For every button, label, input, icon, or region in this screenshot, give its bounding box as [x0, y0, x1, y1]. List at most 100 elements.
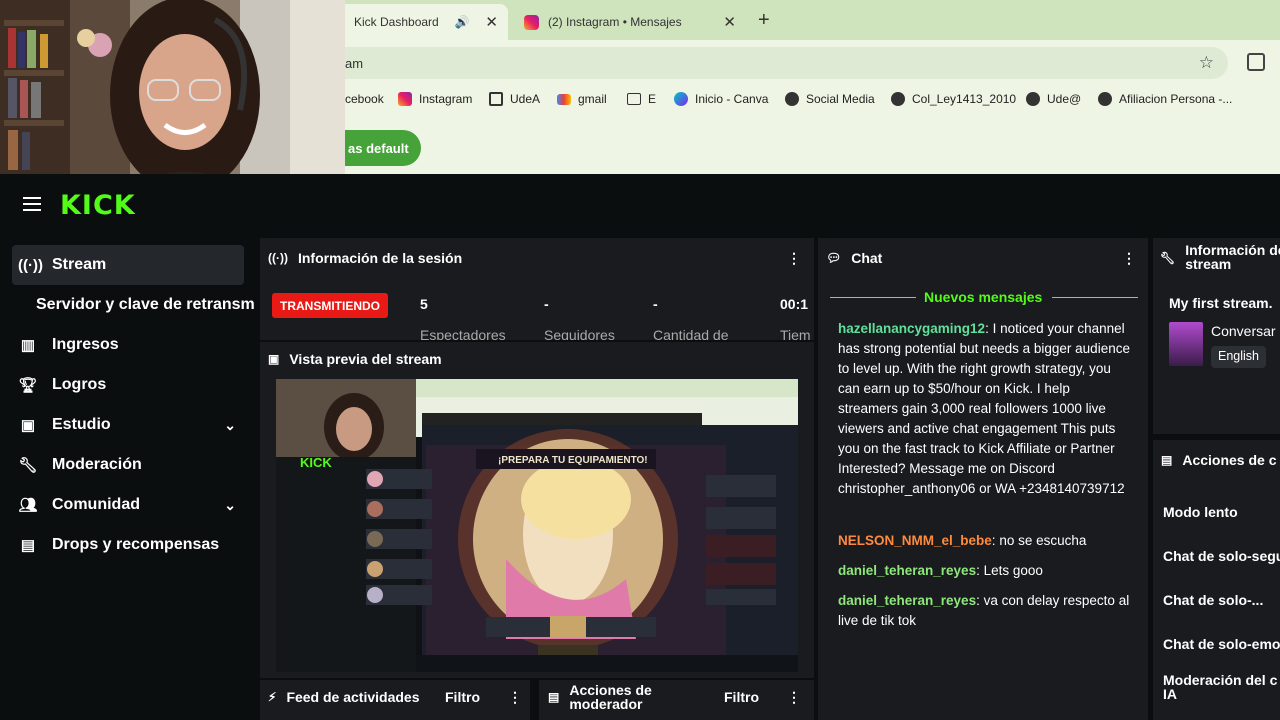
close-tab-icon[interactable]: ✕ — [723, 13, 736, 31]
chat-colon: : — [976, 563, 984, 578]
chat-title: 💬︎ Chat — [826, 250, 882, 266]
speaker-icon[interactable]: 🔊 — [454, 15, 469, 29]
mod-actions-filter[interactable]: Filtro — [724, 689, 759, 705]
sidebar-item-label: Logros — [52, 376, 107, 393]
chat-action-slow-mode[interactable]: Modo lento — [1163, 504, 1238, 520]
bookmark-label: Instagram — [419, 92, 473, 106]
more-options-icon[interactable]: ⋮ — [787, 250, 801, 267]
mod-actions-title: ▤ Acciones de moderador — [548, 683, 652, 711]
chat-action-label: IA — [1163, 686, 1177, 702]
stream-preview-video[interactable]: KICK ¡PREPARA TU EQUIPAMIENTO! — [276, 379, 798, 672]
webcam-overlay — [0, 0, 345, 193]
chevron-down-icon[interactable]: ⌄ — [224, 417, 236, 434]
gift-icon: ▤ — [20, 537, 36, 554]
chat-username[interactable]: daniel_teheran_reyes — [838, 593, 976, 608]
status-badge: TRANSMITIENDO — [272, 293, 388, 318]
tab-instagram[interactable]: (2) Instagram • Mensajes ✕ — [514, 4, 746, 40]
chat-text: Lets gooo — [983, 563, 1043, 578]
language-tag: English — [1211, 346, 1266, 368]
panel-title-text: Feed de actividades — [286, 689, 420, 705]
trophy-icon: 🏆︎ — [18, 377, 38, 394]
kick-logo[interactable]: KICK — [60, 190, 136, 221]
bolt-icon: ⚡︎ — [268, 690, 277, 704]
chat-icon: 💬︎ — [826, 251, 842, 265]
chat-text: no se escucha — [999, 533, 1087, 548]
sidebar-item-label: Estudio — [52, 416, 111, 433]
extensions-icon[interactable] — [1247, 53, 1265, 71]
more-options-icon[interactable]: ⋮ — [1122, 250, 1136, 267]
broadcast-icon: ((·)) — [18, 256, 43, 274]
studio-icon: ▣ — [20, 417, 36, 434]
stat-labels-clip: Espectadores Seguidores Cantidad de Tiem — [260, 322, 814, 340]
stream-info-title-text: Información de stream — [1185, 243, 1280, 271]
bookmark-social-media[interactable]: Social Media — [785, 92, 875, 106]
tab-title: Kick Dashboard — [354, 15, 439, 29]
game-banner-text: ¡PREPARA TU EQUIPAMIENTO! — [498, 455, 648, 466]
sidebar-item-label: Servidor y clave de retransm — [36, 296, 255, 313]
chat-message: NELSON_NMM_el_bebe: no se escucha — [838, 531, 1130, 551]
chat-text: I noticed your channel has strong potent… — [838, 321, 1130, 496]
bookmark-afiliacion[interactable]: Afiliacion Persona -... — [1098, 92, 1232, 106]
activity-feed-title: ⚡︎ Feed de actividades — [268, 689, 420, 705]
chat-action-subs-only[interactable]: Chat de solo-... — [1163, 592, 1263, 608]
bookmark-col-ley[interactable]: Col_Ley1413_2010 — [891, 92, 1016, 106]
sidebar-item-server-key[interactable]: Servidor y clave de retransm — [36, 285, 260, 325]
shield-icon: ▤ — [548, 690, 560, 704]
bookmark-folder[interactable]: E — [627, 92, 656, 106]
sidebar-item-stream[interactable]: ((·)) Stream — [12, 245, 244, 285]
canva-icon — [674, 92, 688, 106]
sidebar-item-comunidad[interactable]: 👥︎ Comunidad ⌄ — [12, 485, 244, 525]
chat-action-ai-moderation[interactable]: Moderación del c IA — [1163, 673, 1277, 701]
more-options-icon[interactable]: ⋮ — [508, 689, 522, 706]
bookmark-canva[interactable]: Inicio - Canva — [674, 92, 768, 106]
globe-icon — [1098, 92, 1112, 106]
chat-username[interactable]: daniel_teheran_reyes — [838, 563, 976, 578]
chat-username[interactable]: hazellanancygaming12 — [838, 321, 985, 336]
panel-title-line: Acciones de — [569, 682, 652, 698]
bookmark-udea[interactable]: UdeA — [489, 92, 540, 106]
sidebar-item-logros[interactable]: 🏆︎ Logros — [12, 365, 244, 405]
panel-title-line: Información de — [1185, 242, 1280, 258]
chat-message: daniel_teheran_reyes: Lets gooo — [838, 561, 1130, 581]
sidebar-item-estudio[interactable]: ▣ Estudio ⌄ — [12, 405, 244, 445]
bookmark-facebook[interactable]: cebook — [345, 92, 384, 106]
chat-message: hazellanancygaming12: I noticed your cha… — [838, 319, 1130, 499]
chat-action-label: Moderación del c — [1163, 672, 1278, 688]
panel-title-line: stream — [1185, 256, 1232, 272]
sidebar-item-ingresos[interactable]: ▥ Ingresos — [12, 325, 244, 365]
category-name[interactable]: Conversar — [1211, 323, 1276, 339]
gmail-icon — [557, 93, 571, 105]
close-tab-icon[interactable]: ✕ — [485, 13, 498, 31]
chevron-down-icon[interactable]: ⌄ — [224, 497, 236, 514]
stat-label-count: Cantidad de — [653, 327, 729, 340]
bookmark-instagram[interactable]: Instagram — [398, 92, 472, 106]
wrench-icon: 🔧︎ — [1160, 251, 1176, 265]
address-bar[interactable]: am ☆ — [300, 47, 1228, 79]
chat-actions-title: ▤ Acciones de c — [1161, 452, 1277, 468]
stream-preview-image: KICK ¡PREPARA TU EQUIPAMIENTO! — [276, 379, 798, 672]
more-options-icon[interactable]: ⋮ — [787, 689, 801, 706]
bookmark-gmail[interactable]: gmail — [557, 92, 607, 106]
bookmark-star-icon[interactable]: ☆ — [1199, 53, 1214, 73]
chat-action-followers-only[interactable]: Chat de solo-segu — [1163, 548, 1280, 564]
sidebar-item-label: Ingresos — [52, 336, 119, 353]
webcam-image — [0, 0, 345, 193]
bookmark-label: Social Media — [806, 92, 875, 106]
chat-action-emotes-only[interactable]: Chat de solo-emo — [1163, 636, 1280, 652]
activity-feed-filter[interactable]: Filtro — [445, 689, 480, 705]
bookmark-label: Ude@ — [1047, 92, 1082, 106]
instagram-icon — [524, 14, 539, 30]
sidebar-item-drops[interactable]: ▤ Drops y recompensas — [12, 525, 244, 565]
bookmark-label: Afiliacion Persona -... — [1119, 92, 1233, 106]
menu-icon[interactable] — [23, 197, 41, 211]
bookmark-udea-2[interactable]: Ude@ — [1026, 92, 1081, 106]
sidebar-item-moderacion[interactable]: 🔧︎ Moderación — [12, 445, 244, 485]
new-tab-icon[interactable]: + — [758, 9, 770, 32]
stat-value-viewers: 5 — [420, 296, 428, 312]
sidebar-item-label: Moderación — [52, 456, 142, 473]
bookmark-label: UdeA — [510, 92, 541, 106]
chat-username[interactable]: NELSON_NMM_el_bebe — [838, 533, 992, 548]
bookmark-label: E — [648, 92, 657, 106]
bookmark-label: Col_Ley1413_2010 — [912, 92, 1017, 106]
tab-kick-dashboard[interactable]: Kick Dashboard 🔊 ✕ — [330, 4, 508, 40]
